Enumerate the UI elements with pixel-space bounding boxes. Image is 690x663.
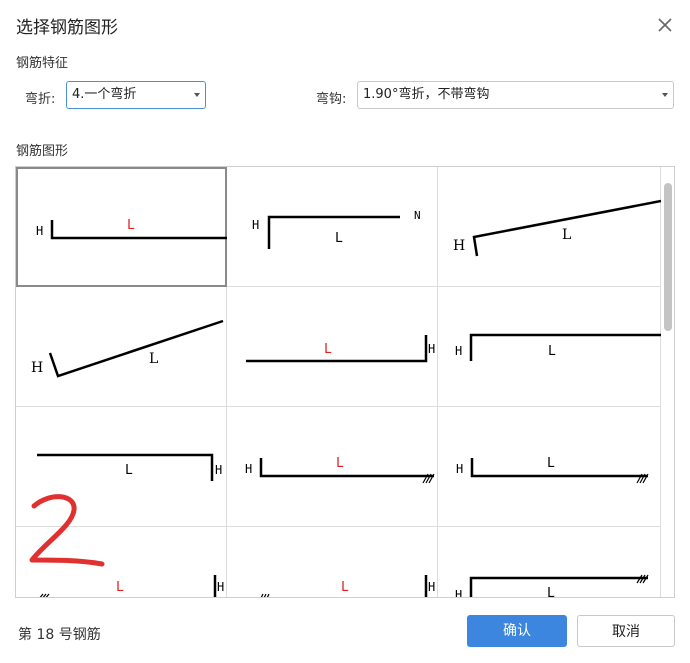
- shape-label-h: H: [31, 360, 43, 376]
- close-icon[interactable]: [653, 13, 677, 37]
- shape-label-h: H: [455, 588, 462, 598]
- handwritten-annotation: [28, 490, 108, 574]
- vertical-scrollbar[interactable]: [661, 167, 674, 597]
- title-bar: 选择钢筋图形: [0, 0, 690, 48]
- rebar-shape-cell[interactable]: H L N: [227, 167, 438, 287]
- shape-label-l: L: [547, 456, 555, 471]
- hook-select[interactable]: 1.90°弯折，不带弯钩: [357, 81, 674, 109]
- bend-select-value: 4.一个弯折: [72, 87, 137, 102]
- rebar-shape-cell[interactable]: H L: [227, 407, 438, 527]
- rebar-number-status: 第 18 号钢筋: [18, 627, 101, 643]
- shape-label-n: N: [414, 209, 421, 222]
- scrollbar-thumb[interactable]: [664, 183, 672, 331]
- shape-label-l: L: [335, 231, 343, 246]
- shape-label-l: L: [547, 586, 555, 598]
- shape-label-h: H: [428, 342, 435, 356]
- shape-label-h: H: [36, 224, 43, 238]
- shapes-section-label: 钢筋图形: [16, 144, 69, 159]
- shape-label-h: H: [217, 580, 224, 594]
- rebar-shape-cell[interactable]: H L: [16, 167, 227, 287]
- chevron-down-icon: [662, 93, 668, 97]
- dialog-title: 选择钢筋图形: [16, 18, 118, 38]
- shape-label-l: L: [548, 344, 556, 359]
- hook-label: 弯钩:: [316, 92, 347, 107]
- shape-label-l: L: [116, 580, 124, 595]
- cancel-button[interactable]: 取消: [577, 615, 675, 647]
- rebar-shape-cell[interactable]: L H: [227, 527, 438, 597]
- shape-label-l: L: [149, 351, 158, 367]
- shape-label-h: H: [455, 344, 462, 358]
- hook-select-value: 1.90°弯折，不带弯钩: [363, 87, 490, 102]
- shape-label-l: L: [341, 580, 349, 595]
- chevron-down-icon: [194, 93, 200, 97]
- rebar-shape-cell[interactable]: H L: [438, 407, 661, 527]
- features-section-label: 钢筋特征: [16, 56, 69, 71]
- shape-label-h: H: [245, 462, 252, 476]
- bend-select[interactable]: 4.一个弯折: [66, 81, 206, 109]
- shape-label-h: H: [456, 462, 463, 476]
- rebar-shape-cell[interactable]: L H: [227, 287, 438, 407]
- shape-label-h: H: [215, 463, 222, 477]
- select-rebar-shape-dialog: 选择钢筋图形 钢筋特征 弯折: 4.一个弯折 弯钩: 1.90°弯折，不带弯钩 …: [0, 0, 690, 663]
- shape-label-h: H: [252, 218, 259, 232]
- rebar-shape-grid: H L H L N H L H L L H H L L H H L H L L …: [15, 166, 675, 598]
- shape-label-l: L: [127, 218, 135, 233]
- confirm-button[interactable]: 确认: [467, 615, 567, 647]
- shape-label-l: L: [336, 456, 344, 471]
- bend-label: 弯折:: [25, 92, 56, 107]
- shape-label-h: H: [428, 580, 435, 594]
- rebar-shape-cell[interactable]: H L: [438, 527, 661, 598]
- rebar-shape-cell[interactable]: H L: [438, 287, 661, 407]
- rebar-shape-cell[interactable]: H L: [16, 287, 227, 407]
- rebar-shape-cell[interactable]: H L: [438, 167, 661, 287]
- shape-label-l: L: [125, 463, 133, 478]
- shape-label-l: L: [562, 227, 571, 243]
- shape-label-l: L: [324, 342, 332, 357]
- shape-label-h: H: [453, 238, 465, 254]
